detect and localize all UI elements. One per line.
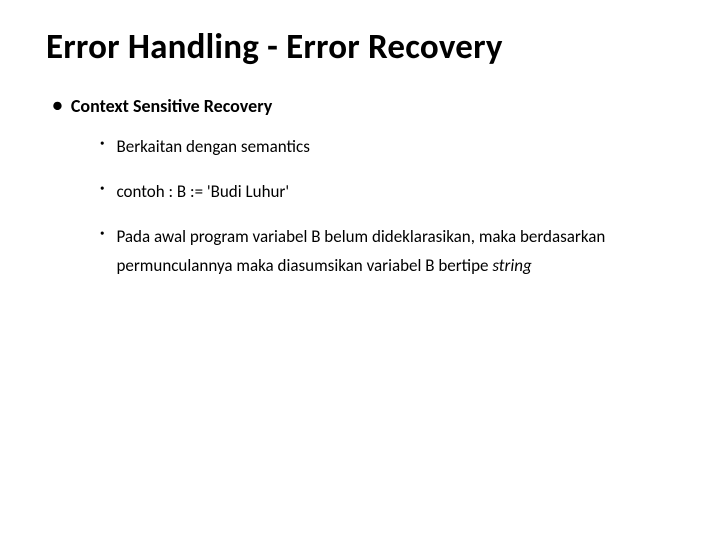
level2-text-italic: string bbox=[492, 255, 531, 276]
dot-icon: • bbox=[100, 178, 104, 200]
bullet-level2: • contoh : B := 'Budi Luhur' bbox=[100, 178, 674, 207]
bullet-level2: • Berkaitan dengan semantics bbox=[100, 133, 674, 162]
bullet-level1: ● Context Sensitive Recovery bbox=[52, 95, 674, 118]
slide-title: Error Handling - Error Recovery bbox=[46, 28, 674, 67]
level2-text: Berkaitan dengan semantics bbox=[116, 133, 309, 162]
slide: Error Handling - Error Recovery ● Contex… bbox=[0, 0, 720, 540]
level2-text: Pada awal program variabel B belum didek… bbox=[116, 223, 674, 281]
level2-text-main: Pada awal program variabel B belum didek… bbox=[116, 226, 605, 276]
level1-text: Context Sensitive Recovery bbox=[71, 95, 272, 118]
bullet-level2: • Pada awal program variabel B belum did… bbox=[100, 223, 674, 281]
dot-icon: • bbox=[100, 133, 104, 155]
dot-icon: • bbox=[100, 223, 104, 245]
disc-icon: ● bbox=[52, 95, 63, 117]
level2-text: contoh : B := 'Budi Luhur' bbox=[116, 178, 289, 207]
